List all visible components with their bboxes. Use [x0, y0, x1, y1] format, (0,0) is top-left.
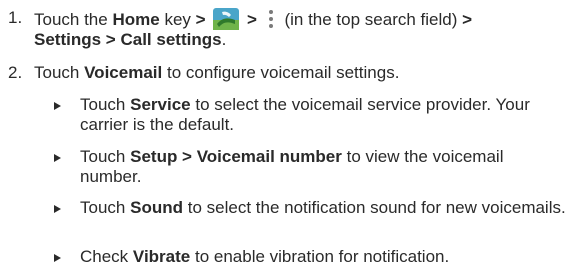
bullet-pre: Touch [80, 147, 126, 166]
voicemail-label: Voicemail [84, 63, 163, 82]
bullet-bold: Sound [130, 198, 183, 217]
bullet-text: Touch Setup > Voicemail number to view t… [80, 147, 568, 187]
bullet-bold: Setup > Voicemail number [130, 147, 342, 166]
arrow-bullet-icon [54, 102, 61, 110]
bullet-post: to select the notification sound for new… [187, 198, 566, 217]
bullet-text: Touch Sound to select the notification s… [80, 198, 568, 218]
bullet-pre: Touch [80, 198, 126, 217]
period: . [221, 30, 227, 49]
step-text-touch: Touch the [34, 10, 108, 29]
separator: > [462, 10, 473, 29]
bullet-pre: Check [80, 247, 129, 266]
settings-label: Settings [34, 30, 102, 49]
phone-app-icon [213, 8, 240, 30]
bullet-bold: Service [130, 95, 191, 114]
separator: > [195, 10, 206, 29]
step-number: 2. [8, 63, 23, 82]
arrow-bullet-icon [54, 154, 61, 162]
more-menu-icon [268, 10, 273, 28]
bullet-post: to enable vibration for notification. [194, 247, 450, 266]
bullet-text: Touch Service to select the voicemail se… [80, 95, 568, 135]
arrow-bullet-icon [54, 254, 61, 262]
bullet-text: Check Vibrate to enable vibration for no… [80, 247, 568, 267]
call-settings-label: Call settings [120, 30, 222, 49]
home-key-label: Home [112, 10, 160, 29]
step-text: Touch the Home key > > (in the top searc… [34, 8, 568, 50]
bullet-bold: Vibrate [132, 247, 191, 266]
bullet-pre: Touch [80, 95, 126, 114]
separator: > [105, 30, 116, 49]
step-text: Touch Voicemail to configure voicemail s… [34, 63, 568, 83]
menu-note: (in the top search field) [284, 10, 458, 29]
step-text-rest: to configure voicemail settings. [166, 63, 400, 82]
separator: > [247, 10, 257, 29]
step-number: 1. [8, 8, 23, 27]
step-text-key: key [164, 10, 191, 29]
arrow-bullet-icon [54, 205, 61, 213]
step-text-touch: Touch [34, 63, 80, 82]
